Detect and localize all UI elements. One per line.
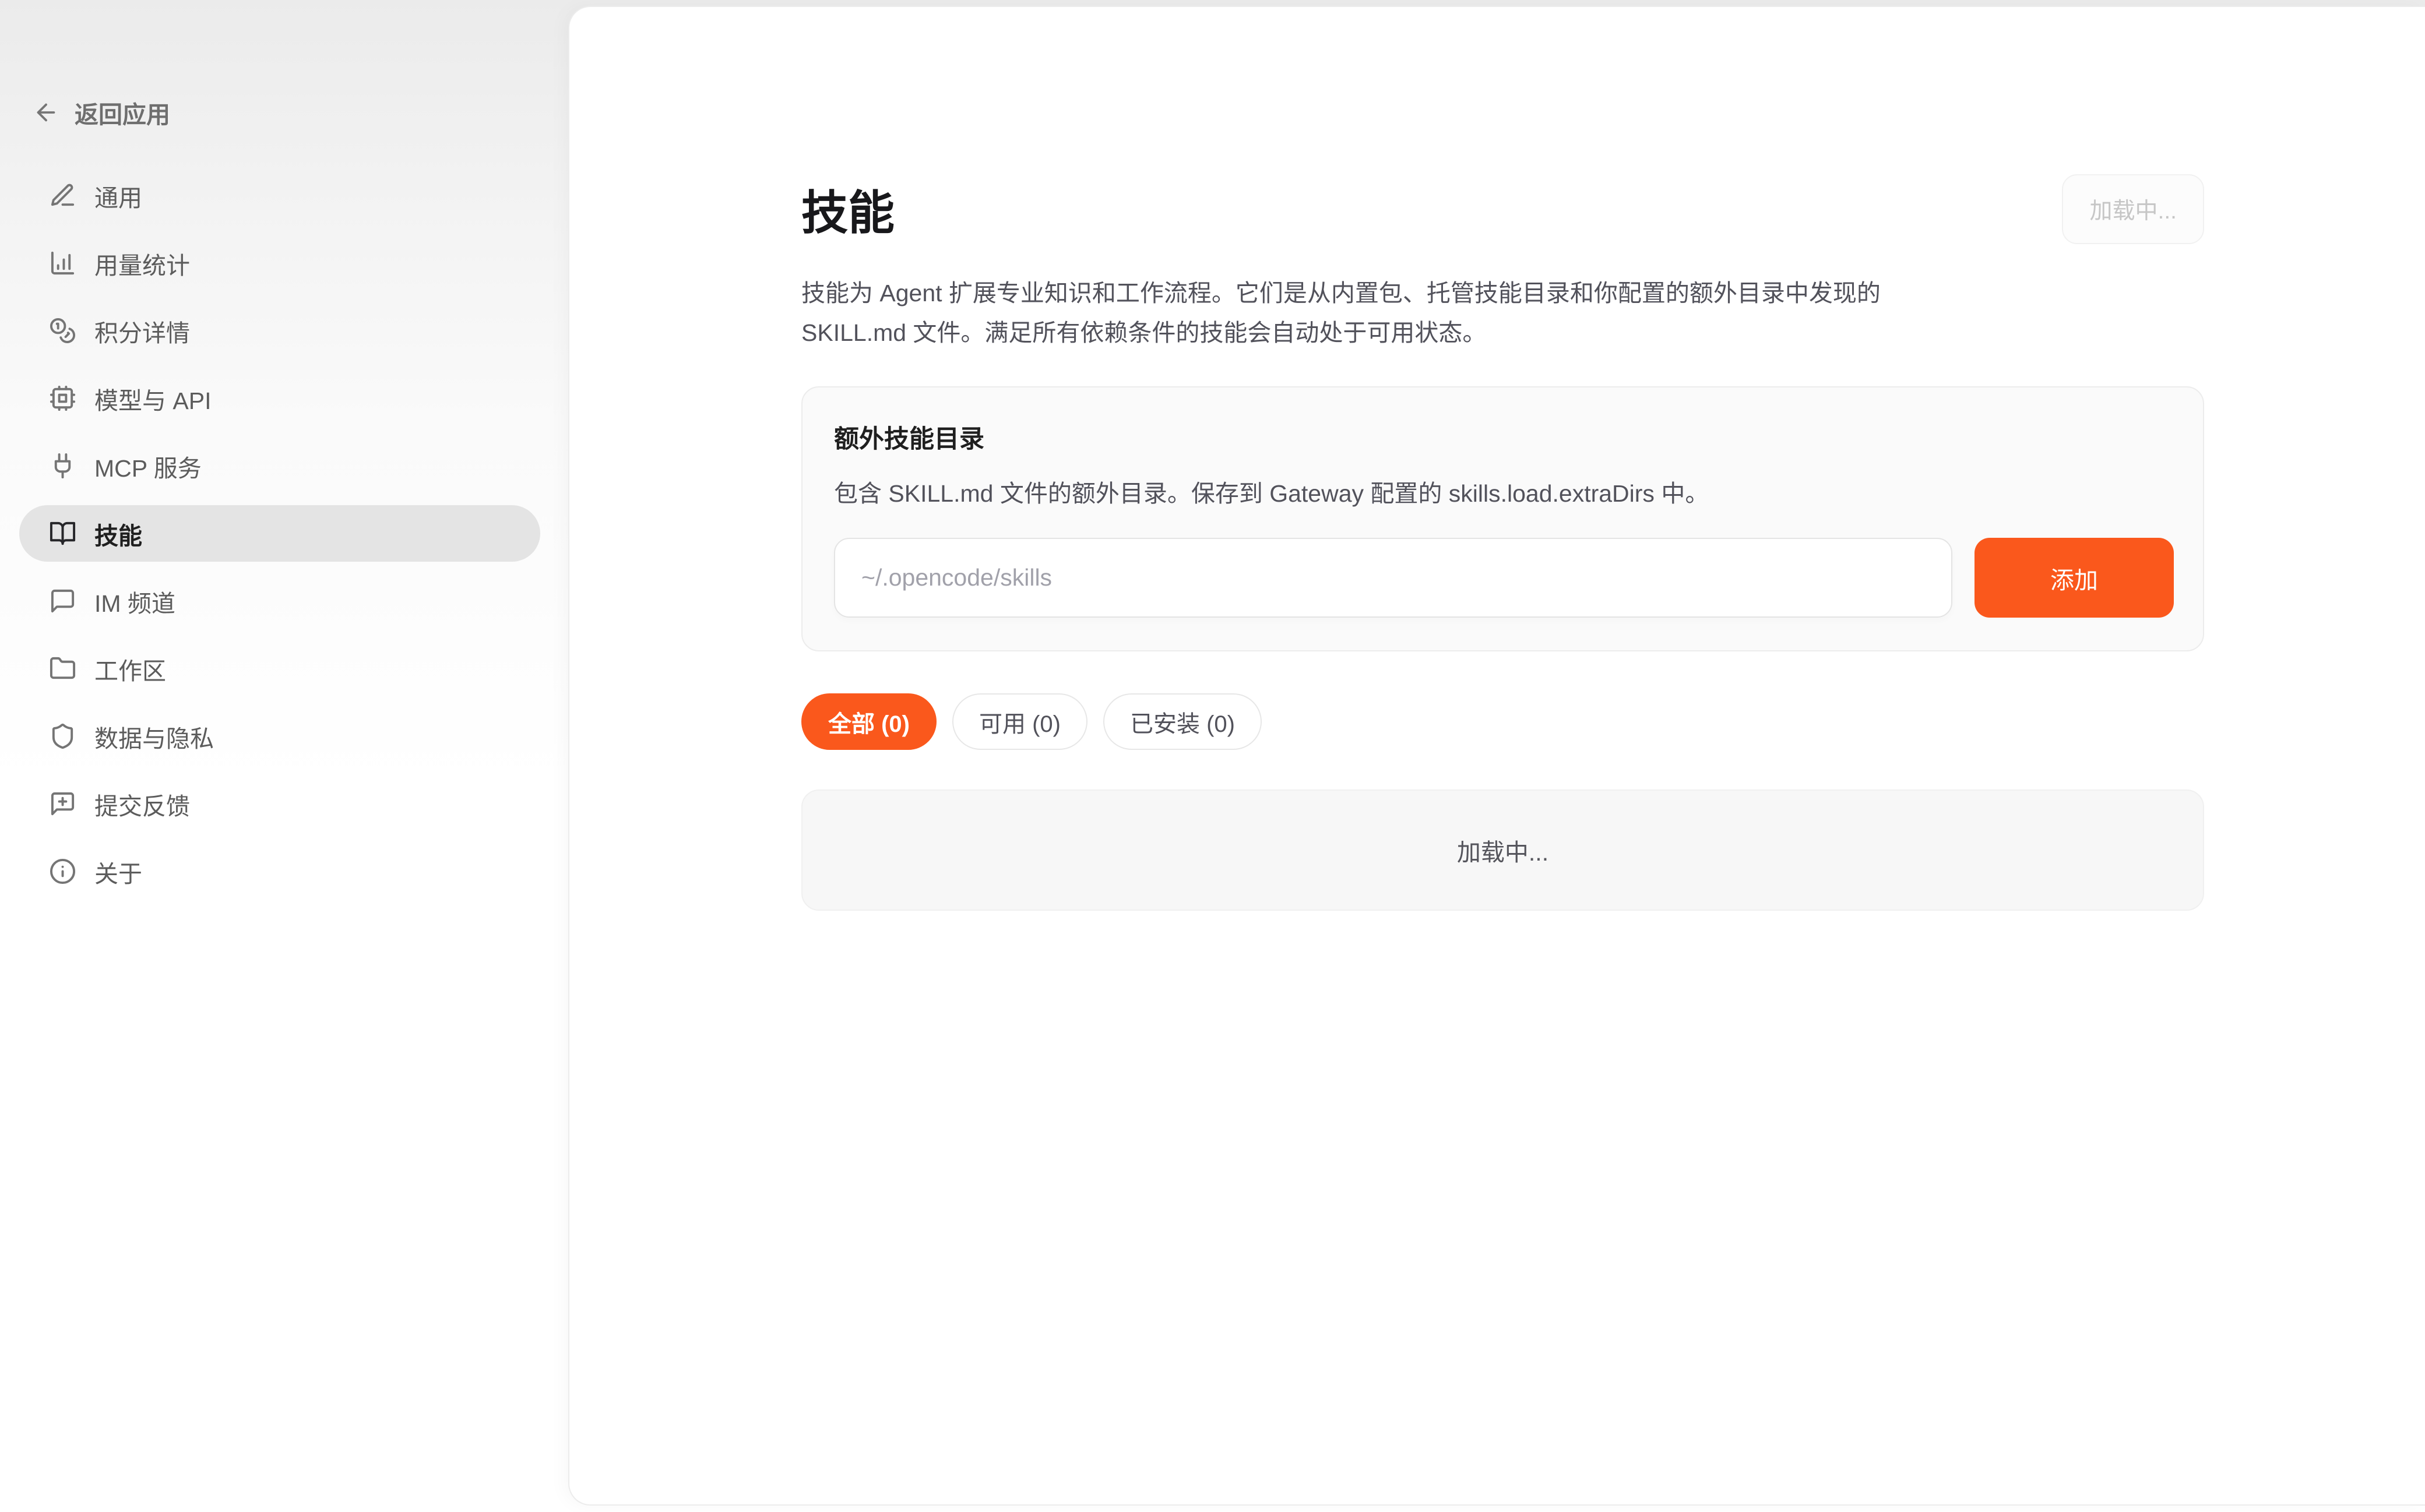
filter-all-tab[interactable]: 全部 (0) [801,693,937,750]
back-to-app-label: 返回应用 [75,95,170,130]
plug-icon [49,452,76,480]
extra-dirs-card: 额外技能目录 包含 SKILL.md 文件的额外目录。保存到 Gateway 配… [801,386,2204,651]
sidebar-item-label: 积分详情 [94,313,190,348]
message-square-plus-icon [49,790,76,817]
main-panel: 技能 加载中... 技能为 Agent 扩展专业知识和工作流程。它们是从内置包、… [568,6,2425,1506]
sidebar-item-usage-stats[interactable]: 用量统计 [19,235,540,291]
page-title: 技能 [801,175,895,243]
sidebar-item-label: 模型与 API [94,381,211,416]
page-description: 技能为 Agent 扩展专业知识和工作流程。它们是从内置包、托管技能目录和你配置… [801,273,1955,353]
sidebar-item-about[interactable]: 关于 [19,843,540,900]
loading-badge: 加载中... [2062,174,2204,244]
sidebar-item-credits[interactable]: 积分详情 [19,302,540,359]
sidebar-item-general[interactable]: 通用 [19,167,540,224]
add-button[interactable]: 添加 [1975,538,2174,618]
bar-chart-icon [49,249,76,277]
page-header: 技能 加载中... [801,174,2204,244]
sidebar-item-label: 提交反馈 [94,787,190,822]
extra-dirs-card-description: 包含 SKILL.md 文件的额外目录。保存到 Gateway 配置的 skil… [834,474,2174,509]
sidebar-item-models-api[interactable]: 模型与 API [19,370,540,427]
extra-dir-input-row: 添加 [834,538,2174,618]
skills-settings-screen: 返回应用 通用 用量统计 积分详情 模型与 API MCP 服务 [0,0,2425,1512]
coins-icon [49,317,76,344]
cpu-icon [49,385,76,412]
arrow-left-icon [33,99,59,126]
sidebar-nav: 通用 用量统计 积分详情 模型与 API MCP 服务 技能 [0,167,568,900]
pen-icon [49,182,76,209]
filter-installed-tab[interactable]: 已安装 (0) [1103,693,1262,750]
sidebar: 返回应用 通用 用量统计 积分详情 模型与 API MCP 服务 [0,0,568,1512]
sidebar-item-workspace[interactable]: 工作区 [19,640,540,697]
extra-dirs-card-title: 额外技能目录 [834,419,2174,455]
sidebar-item-label: IM 频道 [94,584,175,619]
sidebar-item-label: MCP 服务 [94,449,202,484]
folder-icon [49,655,76,682]
info-icon [49,858,76,885]
sidebar-item-feedback[interactable]: 提交反馈 [19,776,540,832]
sidebar-item-label: 通用 [94,178,142,213]
skills-list-loading: 加载中... [801,790,2204,911]
sidebar-item-label: 用量统计 [94,246,190,281]
message-square-icon [49,587,76,615]
sidebar-item-im-channels[interactable]: IM 频道 [19,573,540,629]
filter-available-tab[interactable]: 可用 (0) [952,693,1087,750]
back-to-app-button[interactable]: 返回应用 [33,95,568,130]
sidebar-item-label: 关于 [94,854,142,889]
skills-content: 技能 加载中... 技能为 Agent 扩展专业知识和工作流程。它们是从内置包、… [801,174,2204,911]
extra-dir-input[interactable] [834,538,1952,618]
skills-filter-tabs: 全部 (0) 可用 (0) 已安装 (0) [801,693,2204,750]
shield-icon [49,722,76,750]
book-open-icon [49,520,76,547]
sidebar-item-mcp[interactable]: MCP 服务 [19,438,540,494]
sidebar-item-label: 数据与隐私 [94,719,214,754]
sidebar-item-label: 工作区 [94,651,166,686]
sidebar-item-label: 技能 [94,516,142,551]
sidebar-item-data-privacy[interactable]: 数据与隐私 [19,708,540,764]
sidebar-item-skills[interactable]: 技能 [19,505,540,562]
